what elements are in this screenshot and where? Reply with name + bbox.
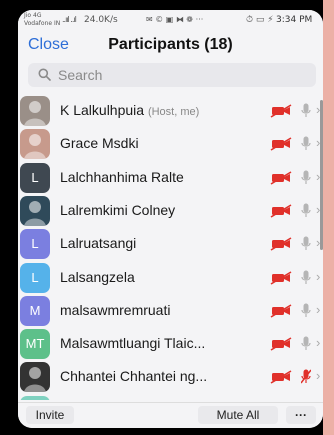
participant-name: malsawmremruati bbox=[60, 302, 170, 318]
network-speed: 24.0K/s bbox=[84, 15, 118, 25]
avatar: L bbox=[20, 162, 50, 193]
avatar: L bbox=[20, 229, 50, 260]
participant-row[interactable]: L Lalchhanhima Ralte › bbox=[18, 161, 323, 195]
signal-icon: ..ııl ..ıl bbox=[62, 15, 77, 24]
mic-icon[interactable] bbox=[301, 270, 311, 290]
avatar-photo bbox=[20, 96, 50, 126]
video-off-icon[interactable] bbox=[270, 170, 292, 190]
participant-name-text: Lalchhanhima Ralte bbox=[60, 168, 184, 185]
participant-row[interactable]: Lalremkimi Colney › bbox=[18, 194, 323, 228]
video-off-icon[interactable] bbox=[270, 270, 292, 290]
zoom-participants-screen: Jio 4G Vodafone IN ..ııl ..ıl 24.0K/s ✉ … bbox=[18, 10, 323, 428]
avatar: HH bbox=[20, 395, 50, 400]
participant-name: Lalruatsangi bbox=[60, 235, 136, 251]
chevron-right-icon[interactable]: › bbox=[316, 368, 320, 383]
video-off-icon[interactable] bbox=[270, 137, 292, 156]
mic-icon[interactable] bbox=[301, 303, 311, 323]
bottom-toolbar: Invite Mute All ··· bbox=[18, 402, 323, 428]
participant-name-text: Chhantei Chhantei ng... bbox=[60, 368, 208, 385]
mic-icon[interactable] bbox=[301, 236, 311, 256]
video-off-icon[interactable] bbox=[270, 237, 292, 256]
video-off-icon[interactable] bbox=[270, 204, 292, 223]
participant-row[interactable]: Mmalsawmremruati › bbox=[18, 294, 323, 328]
participant-name: Grace Msdki bbox=[60, 135, 139, 151]
participant-row[interactable]: K Lalkulhpuia (Host, me) › bbox=[18, 94, 323, 128]
participant-name-text: Malsawmtluangi Tlaic... bbox=[60, 335, 206, 352]
mic-icon[interactable] bbox=[301, 136, 311, 156]
phone-frame: Jio 4G Vodafone IN ..ııl ..ıl 24.0K/s ✉ … bbox=[0, 0, 334, 435]
carrier-label-1: Jio 4G bbox=[24, 12, 42, 19]
mic-icon[interactable] bbox=[301, 336, 311, 356]
chevron-right-icon[interactable]: › bbox=[316, 302, 320, 317]
avatar: MT bbox=[20, 329, 50, 360]
video-off-icon[interactable] bbox=[270, 337, 292, 356]
header: Participants (18) Close bbox=[18, 32, 323, 62]
more-options-button[interactable]: ··· bbox=[286, 406, 316, 424]
status-bar: Jio 4G Vodafone IN ..ııl ..ıl 24.0K/s ✉ … bbox=[18, 10, 323, 32]
participant-name: Malsawmtluangi Tlaic... bbox=[60, 335, 205, 351]
participant-role: (Host, me) bbox=[147, 106, 200, 118]
avatar: M bbox=[20, 295, 50, 326]
participant-name-text: K Lalkulhpuia bbox=[60, 102, 145, 118]
mic-icon[interactable] bbox=[301, 203, 311, 223]
chevron-right-icon[interactable]: › bbox=[316, 335, 320, 350]
search-icon bbox=[38, 68, 51, 81]
notification-icons: ✉ © ▣ ⧓ ❁ ··· bbox=[146, 15, 204, 24]
avatar-photo bbox=[20, 362, 50, 393]
video-off-icon[interactable] bbox=[270, 104, 292, 123]
video-off-icon[interactable] bbox=[270, 370, 292, 389]
mic-icon[interactable] bbox=[301, 103, 311, 123]
participant-name-text: Grace Msdki bbox=[60, 135, 139, 152]
mute-all-button[interactable]: Mute All bbox=[198, 406, 278, 424]
mic-muted-icon[interactable] bbox=[300, 369, 312, 389]
participant-name-text: Lalruatsangi bbox=[60, 235, 137, 252]
participant-name-text: Lalsangzela bbox=[60, 268, 135, 285]
participant-list: K Lalkulhpuia (Host, me) › Grace Msdki › L La… bbox=[18, 94, 323, 400]
participant-row[interactable]: Grace Msdki › bbox=[18, 127, 323, 161]
clock: 3:34 PM bbox=[276, 15, 313, 25]
participant-name: Lalchhanhima Ralte bbox=[60, 169, 184, 185]
avatar-photo bbox=[20, 129, 50, 160]
participant-row[interactable]: Chhantei Chhantei ng... › bbox=[18, 360, 323, 394]
participant-name: Chhantei Chhantei ng... bbox=[60, 368, 207, 384]
participant-name: Lalremkimi Colney bbox=[60, 202, 175, 218]
search-input[interactable] bbox=[58, 63, 298, 87]
participant-name-text: Lalremkimi Colney bbox=[60, 201, 176, 218]
participant-name-text: malsawmremruati bbox=[60, 301, 171, 318]
chevron-right-icon[interactable]: › bbox=[316, 269, 320, 284]
participant-name: Lalsangzela bbox=[60, 269, 135, 285]
carrier-label-2: Vodafone IN bbox=[24, 20, 61, 27]
search-bar[interactable] bbox=[28, 63, 316, 87]
participant-row[interactable]: L Lalsangzela › bbox=[18, 261, 323, 295]
participant-name: K Lalkulhpuia (Host, me) bbox=[60, 102, 199, 118]
mic-icon[interactable] bbox=[301, 170, 311, 190]
invite-button[interactable]: Invite bbox=[26, 406, 74, 424]
participant-row[interactable]: L Lalruatsangi › bbox=[18, 227, 323, 261]
participant-row[interactable]: MT Malsawmtluangi Tlaic... › bbox=[18, 327, 323, 361]
battery-icon: ⏱ ▭ ⚡ bbox=[246, 15, 274, 25]
avatar-photo bbox=[20, 195, 50, 226]
video-off-icon[interactable] bbox=[270, 304, 292, 323]
avatar: L bbox=[20, 262, 50, 293]
close-button[interactable]: Close bbox=[28, 36, 69, 54]
participant-row[interactable]: HHHminga Hmingtea› bbox=[18, 394, 323, 400]
background-edge bbox=[323, 0, 334, 435]
